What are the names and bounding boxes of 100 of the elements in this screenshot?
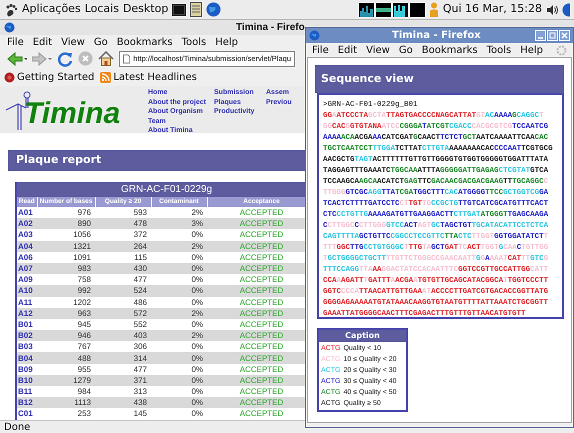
read-link[interactable]: B03 [16, 341, 37, 352]
maximize-icon[interactable] [547, 30, 558, 41]
reload-icon[interactable] [57, 50, 73, 66]
home-icon[interactable] [98, 51, 114, 66]
forward-arrow-icon[interactable] [32, 52, 52, 66]
table-cell: 313 [95, 386, 151, 398]
read-link[interactable]: A11 [16, 296, 37, 308]
menu-item[interactable]: Help [215, 34, 238, 50]
menu-item[interactable]: Go [398, 42, 413, 58]
table-cell: 0% [151, 296, 207, 308]
table-cell: 371 [95, 374, 151, 386]
table-cell: 430 [95, 262, 151, 274]
read-link[interactable]: A02 [16, 218, 37, 230]
read-link[interactable]: A12 [16, 308, 37, 319]
read-link[interactable]: A01 [16, 207, 37, 218]
notepad-icon[interactable] [190, 2, 202, 17]
status-text: Done [4, 420, 30, 433]
foot-icon[interactable] [4, 2, 18, 16]
terminal-icon[interactable] [172, 2, 186, 16]
read-link[interactable]: B09 [16, 364, 37, 375]
table-cell: 115 [95, 252, 151, 263]
close-icon[interactable] [559, 30, 570, 41]
table-cell: 0% [151, 341, 207, 352]
bookmark[interactable]: Latest Headlines [100, 70, 197, 84]
menu-item[interactable]: File [7, 34, 24, 50]
caption-title: Caption [345, 330, 380, 342]
table-cell: 486 [95, 296, 151, 308]
table-cell: 524 [95, 285, 151, 296]
table-cell: 0% [151, 262, 207, 274]
panel-menu[interactable]: Locais [84, 1, 119, 18]
minimize-icon[interactable] [535, 30, 546, 41]
panel-menu[interactable]: Desktop [122, 1, 168, 18]
table-cell: 1279 [37, 374, 95, 386]
read-link[interactable]: B01 [16, 318, 37, 330]
menu-item[interactable]: File [312, 42, 329, 58]
read-link[interactable]: A06 [16, 252, 37, 263]
table-cell: 0% [151, 285, 207, 296]
read-link[interactable]: A07 [16, 262, 37, 274]
menu-item[interactable]: Edit [32, 34, 52, 50]
table-cell: 403 [95, 330, 151, 342]
table-cell: 0% [151, 386, 207, 398]
table-cell: 963 [37, 308, 95, 319]
table-cell: 0% [151, 352, 207, 364]
menu-item[interactable]: Help [520, 42, 544, 58]
table-cell: 946 [37, 330, 95, 342]
menu-item[interactable]: Go [94, 34, 108, 50]
table-cell: 2% [151, 207, 207, 218]
panel-menu[interactable]: Aplicações [22, 1, 81, 18]
back-arrow-icon[interactable] [7, 52, 27, 66]
speaker-icon[interactable] [546, 4, 558, 16]
globe-icon[interactable] [206, 2, 222, 17]
table-cell: 0% [151, 397, 207, 408]
table-cell: 976 [37, 207, 95, 218]
read-link[interactable]: B11 [16, 386, 37, 398]
table-cell: 0% [151, 374, 207, 386]
table-cell: 1202 [37, 296, 95, 308]
timina-logo: Timina [24, 98, 120, 130]
table-cell: 984 [37, 386, 95, 398]
table-cell: 488 [37, 352, 95, 364]
table-cell: 1321 [37, 240, 95, 252]
menu-item[interactable]: Bookmarks [116, 34, 173, 50]
read-link[interactable]: B12 [16, 397, 37, 408]
read-link[interactable]: B02 [16, 330, 37, 342]
table-cell: 477 [95, 364, 151, 375]
table-cell: 758 [37, 274, 95, 286]
clock[interactable]: Qui 16 Mar, 15:28 [442, 1, 542, 18]
menu-item[interactable]: Tools [182, 34, 206, 50]
section-title: Sequence view [321, 70, 414, 87]
table-cell: 314 [95, 352, 151, 364]
window-title: Timina - Firefo [236, 21, 305, 35]
menu-item[interactable]: Edit [338, 42, 358, 58]
table-cell: 2% [151, 330, 207, 342]
table-cell: 2% [151, 308, 207, 319]
table-cell: 1091 [37, 252, 95, 263]
table-cell: 955 [37, 364, 95, 375]
menu-item[interactable]: Tools [486, 42, 512, 58]
globe-icon [4, 22, 15, 33]
bookmark[interactable]: Getting Started [4, 70, 94, 84]
table-cell: 552 [95, 318, 151, 330]
flower-icon [4, 72, 15, 82]
table-cell: 890 [37, 218, 95, 230]
menu-item[interactable]: View [366, 42, 390, 58]
read-link[interactable]: A09 [16, 274, 37, 286]
feed-icon [100, 72, 112, 82]
throbber-icon [556, 44, 567, 56]
table-cell: 264 [95, 240, 151, 252]
menu-item[interactable]: Bookmarks [422, 42, 478, 58]
table-cell: 983 [37, 262, 95, 274]
read-link[interactable]: A10 [16, 285, 37, 296]
table-cell: 3% [151, 218, 207, 230]
table-cell: 767 [37, 341, 95, 352]
read-link[interactable]: B04 [16, 352, 37, 364]
read-link[interactable]: A04 [16, 240, 37, 252]
table-cell: 306 [95, 341, 151, 352]
globe-icon[interactable] [562, 2, 570, 16]
menu-item[interactable]: View [61, 34, 85, 50]
read-link[interactable]: B10 [16, 374, 37, 386]
table-cell: 478 [95, 218, 151, 230]
globe-icon [309, 30, 320, 41]
table-cell: 0% [151, 274, 207, 286]
